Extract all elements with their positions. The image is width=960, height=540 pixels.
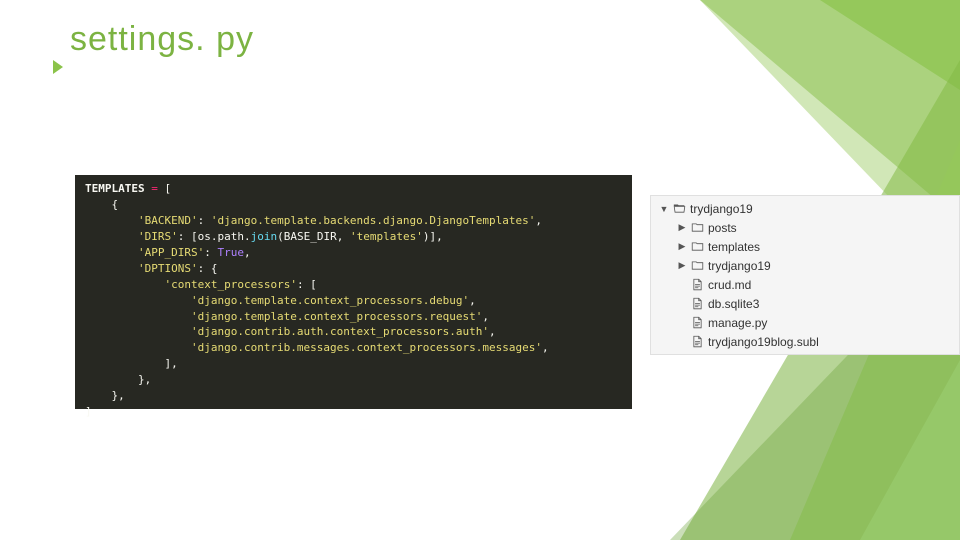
tree-item-trydjango19[interactable]: trydjango19 [651, 199, 959, 218]
tree-arrow-icon [677, 318, 687, 328]
tree-arrow-icon [677, 337, 687, 347]
tree-item-trydjango19[interactable]: trydjango19 [651, 256, 959, 275]
file-icon [690, 297, 704, 311]
file-icon [690, 316, 704, 330]
file-icon [690, 335, 704, 349]
tree-item-label: trydjango19 [690, 202, 959, 216]
code-variable: TEMPLATES [85, 182, 145, 195]
tree-arrow-icon[interactable] [677, 242, 687, 252]
tree-arrow-icon[interactable] [677, 223, 687, 233]
tree-item-label: trydjango19blog.subl [708, 335, 959, 349]
tree-item-label: trydjango19 [708, 259, 959, 273]
file-icon [690, 278, 704, 292]
file-tree-panel: trydjango19 posts templates trydjango19 crud… [650, 195, 960, 355]
folder-closed-icon [690, 259, 704, 273]
tree-item-trydjango19blog-subl[interactable]: trydjango19blog.subl [651, 332, 959, 351]
folder-open-icon [672, 202, 686, 216]
tree-item-db-sqlite3[interactable]: db.sqlite3 [651, 294, 959, 313]
tree-item-manage-py[interactable]: manage.py [651, 313, 959, 332]
tree-item-label: templates [708, 240, 959, 254]
title-arrow-icon [53, 60, 67, 74]
tree-item-label: db.sqlite3 [708, 297, 959, 311]
tree-item-label: crud.md [708, 278, 959, 292]
tree-arrow-icon [677, 299, 687, 309]
tree-item-posts[interactable]: posts [651, 218, 959, 237]
tree-item-templates[interactable]: templates [651, 237, 959, 256]
code-editor-snippet: TEMPLATES = [ { 'BACKEND': 'django.templ… [75, 175, 632, 409]
folder-closed-icon [690, 240, 704, 254]
folder-closed-icon [690, 221, 704, 235]
tree-arrow-icon [677, 280, 687, 290]
tree-arrow-icon[interactable] [677, 261, 687, 271]
tree-item-crud-md[interactable]: crud.md [651, 275, 959, 294]
tree-item-label: posts [708, 221, 959, 235]
page-title: settings. py [70, 20, 254, 59]
tree-item-label: manage.py [708, 316, 959, 330]
tree-arrow-icon[interactable] [659, 204, 669, 214]
